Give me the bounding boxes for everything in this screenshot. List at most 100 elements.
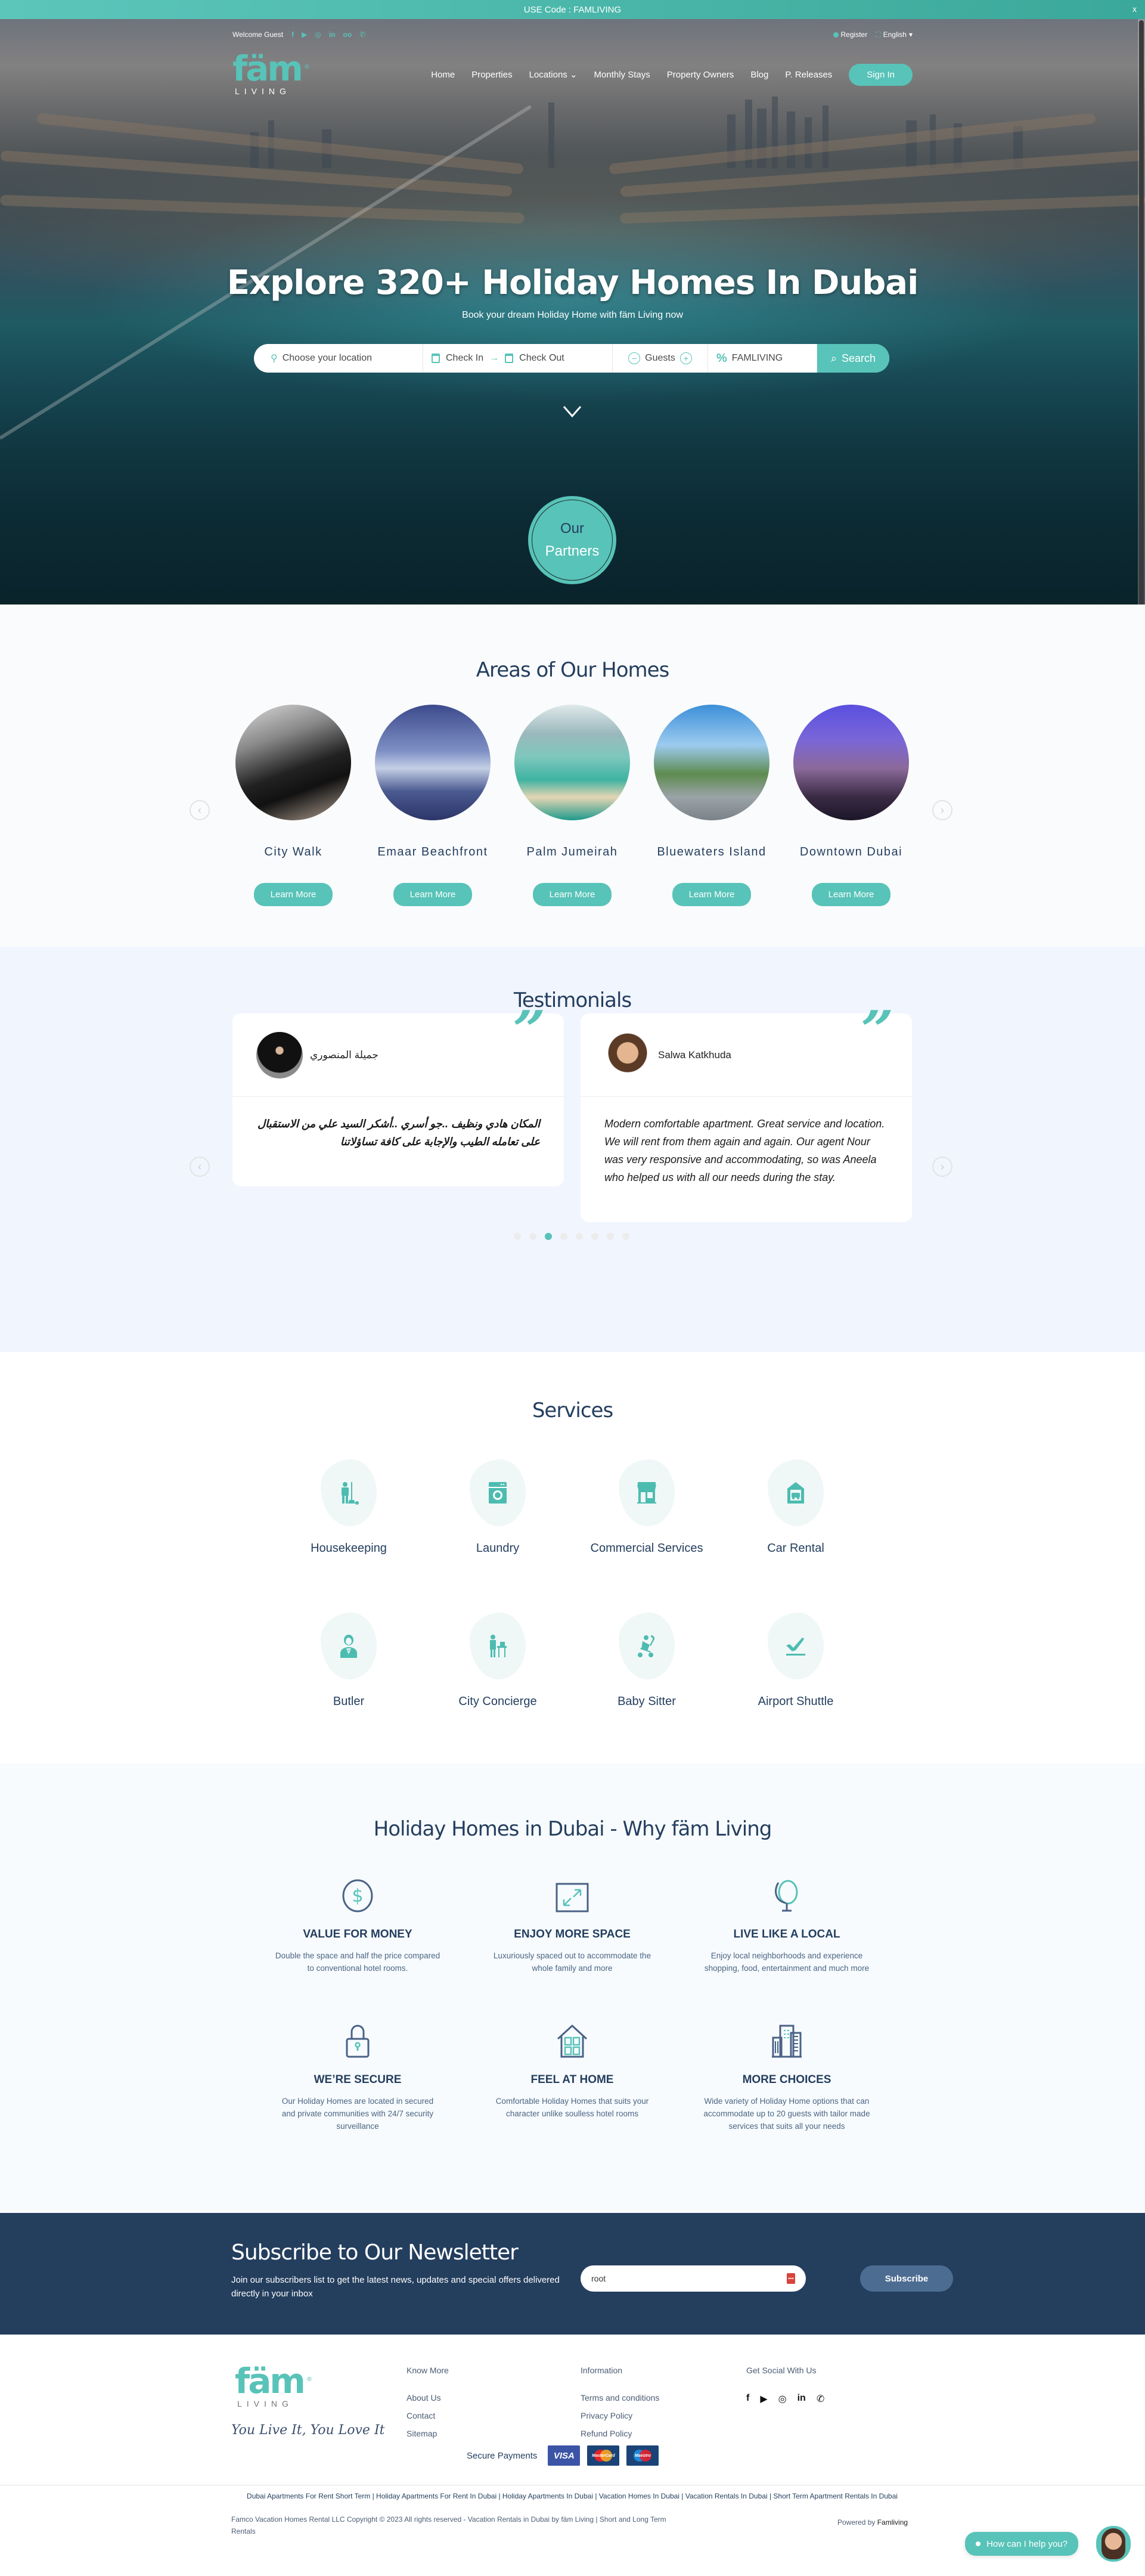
testimonial-author: جميلة المنصوري — [310, 1049, 378, 1061]
carousel-prev-button[interactable]: ‹ — [190, 1157, 210, 1177]
facebook-icon[interactable]: f — [291, 30, 294, 39]
service-item[interactable]: Housekeeping — [274, 1459, 423, 1555]
plus-guest-button[interactable]: + — [679, 352, 692, 364]
feature-item: WE’RE SECURE Our Holiday Homes are locat… — [250, 2022, 465, 2132]
chevron-down-icon[interactable] — [561, 401, 583, 422]
check-out-field[interactable]: Check Out — [519, 353, 564, 364]
check-in-field[interactable]: Check In — [446, 353, 483, 364]
location-input[interactable]: ⚲ Choose your location — [254, 344, 423, 373]
nav-press-releases[interactable]: P. Releases — [785, 70, 832, 80]
service-item[interactable]: Laundry — [423, 1459, 572, 1555]
sign-in-button[interactable]: Sign In — [849, 63, 913, 86]
footer-link-terms[interactable]: Terms and conditions — [581, 2393, 659, 2403]
password-manager-icon[interactable]: ••• — [787, 2273, 795, 2284]
chat-agent-avatar[interactable] — [1096, 2526, 1131, 2562]
percent-icon: % — [716, 351, 727, 365]
area-card: Palm Jumeirah Learn More — [513, 705, 632, 906]
pagination-dot[interactable] — [622, 1233, 629, 1240]
testimonial-card: ” جميلة المنصوري المكان هادي ونظيف ..جو … — [232, 1000, 564, 1186]
carousel-next-button[interactable]: › — [932, 1157, 952, 1177]
footer-logo[interactable]: fäm ® LIVING — [235, 2364, 312, 2408]
youtube-icon[interactable]: ▶ — [302, 30, 307, 39]
area-image[interactable] — [793, 705, 909, 820]
register-link[interactable]: Register — [833, 30, 867, 39]
service-item[interactable]: Commercial Services — [572, 1459, 721, 1555]
newsletter-email-input[interactable]: root ••• — [581, 2265, 806, 2292]
newsletter-description: Join our subscribers list to get the lat… — [231, 2275, 560, 2299]
agent-photo — [1101, 2528, 1125, 2559]
facebook-icon[interactable]: f — [746, 2393, 749, 2405]
service-item[interactable]: Baby Sitter — [572, 1613, 721, 1709]
palm-frond-decoration — [0, 194, 525, 224]
logo[interactable]: fäm ® LIVING — [232, 51, 310, 96]
nav-blog[interactable]: Blog — [750, 70, 768, 80]
close-promo-button[interactable]: x — [1132, 4, 1137, 14]
service-item[interactable]: Butler — [274, 1613, 423, 1709]
areas-section: Areas of Our Homes ‹ › City Walk Learn M… — [0, 605, 1145, 947]
youtube-icon[interactable]: ▶ — [760, 2393, 767, 2405]
pagination-dot[interactable] — [591, 1233, 598, 1240]
area-image[interactable] — [375, 705, 491, 820]
learn-more-button[interactable]: Learn More — [672, 883, 752, 906]
nav-locations[interactable]: Locations ⌄ — [529, 69, 578, 80]
linkedin-icon[interactable]: in — [329, 30, 336, 39]
our-partners-button[interactable]: Our Partners — [528, 496, 616, 584]
footer-link-contact[interactable]: Contact — [407, 2411, 449, 2420]
carousel-prev-button[interactable]: ‹ — [190, 800, 210, 820]
footer-link-privacy[interactable]: Privacy Policy — [581, 2411, 659, 2420]
pagination-dot[interactable] — [576, 1233, 583, 1240]
instagram-icon[interactable]: ◎ — [778, 2393, 787, 2405]
nav-properties[interactable]: Properties — [471, 70, 512, 80]
language-selector[interactable]: ⛶ English ▾ — [876, 30, 913, 39]
hero-title: Explore 320+ Holiday Homes In Dubai — [226, 264, 919, 302]
feature-item: MORE CHOICES Wide variety of Holiday Hom… — [679, 2022, 894, 2132]
hero: Welcome Guest f ▶ ◎ in oo ✆ Register ⛶ En… — [0, 19, 1145, 605]
footer: fäm ® LIVING You Live It, You Love It Kno… — [0, 2335, 1145, 2569]
pagination-dot[interactable] — [560, 1233, 567, 1240]
service-item[interactable]: Airport Shuttle — [721, 1613, 870, 1709]
footer-link-sitemap[interactable]: Sitemap — [407, 2429, 449, 2438]
secure-payments: Secure Payments VISA MasterCard Maestro — [467, 2445, 659, 2466]
tripadvisor-icon[interactable]: oo — [343, 30, 352, 39]
nav-monthly-stays[interactable]: Monthly Stays — [594, 70, 650, 80]
learn-more-button[interactable]: Learn More — [532, 883, 612, 906]
powered-by-link[interactable]: Famliving — [877, 2518, 908, 2527]
footer-link-about-us[interactable]: About Us — [407, 2393, 449, 2403]
date-range-picker[interactable]: Check In → Check Out — [423, 344, 613, 373]
linkedin-icon[interactable]: in — [798, 2393, 806, 2405]
service-item[interactable]: Car Rental — [721, 1459, 870, 1555]
search-button[interactable]: ⌕ Search — [817, 344, 889, 373]
pagination-dot[interactable] — [529, 1233, 536, 1240]
area-image[interactable] — [514, 705, 630, 820]
whatsapp-icon[interactable]: ✆ — [817, 2393, 824, 2405]
pagination-dot[interactable] — [514, 1233, 521, 1240]
nav-property-owners[interactable]: Property Owners — [667, 70, 734, 80]
nav-home[interactable]: Home — [431, 70, 455, 80]
seo-links[interactable]: Dubai Apartments For Rent Short Term | H… — [226, 2492, 918, 2500]
newsletter-title: Subscribe to Our Newsletter — [231, 2240, 519, 2265]
globe-icon — [775, 1880, 798, 1912]
pagination-dot[interactable] — [607, 1233, 614, 1240]
promo-code-input[interactable]: % FAMLIVING — [708, 344, 817, 373]
pagination-dot[interactable] — [545, 1233, 552, 1240]
chat-widget-button[interactable]: How can I help you? — [965, 2532, 1078, 2556]
learn-more-button[interactable]: Learn More — [811, 883, 891, 906]
plane-landing-icon — [786, 1638, 805, 1656]
learn-more-button[interactable]: Learn More — [253, 883, 333, 906]
caret-down-icon: ▾ — [908, 30, 913, 39]
section-title: Areas of Our Homes — [476, 658, 670, 682]
promo-bar: USE Code : FAMLIVING x — [0, 0, 1145, 19]
section-title: Services — [532, 1399, 613, 1422]
testimonial-text: المكان هادي ونظيف ..جو أسري ..أشكر السيد… — [257, 1118, 540, 1148]
section-title: Holiday Homes in Dubai - Why fäm Living — [373, 1817, 772, 1841]
carousel-next-button[interactable]: › — [932, 800, 952, 820]
area-image[interactable] — [235, 705, 351, 820]
area-image[interactable] — [654, 705, 769, 820]
service-item[interactable]: City Concierge — [423, 1613, 572, 1709]
minus-guest-button[interactable]: − — [628, 352, 641, 364]
subscribe-button[interactable]: Subscribe — [860, 2265, 953, 2292]
footer-link-refund[interactable]: Refund Policy — [581, 2429, 659, 2438]
whatsapp-icon[interactable]: ✆ — [359, 30, 365, 39]
learn-more-button[interactable]: Learn More — [393, 883, 473, 906]
instagram-icon[interactable]: ◎ — [315, 30, 321, 39]
